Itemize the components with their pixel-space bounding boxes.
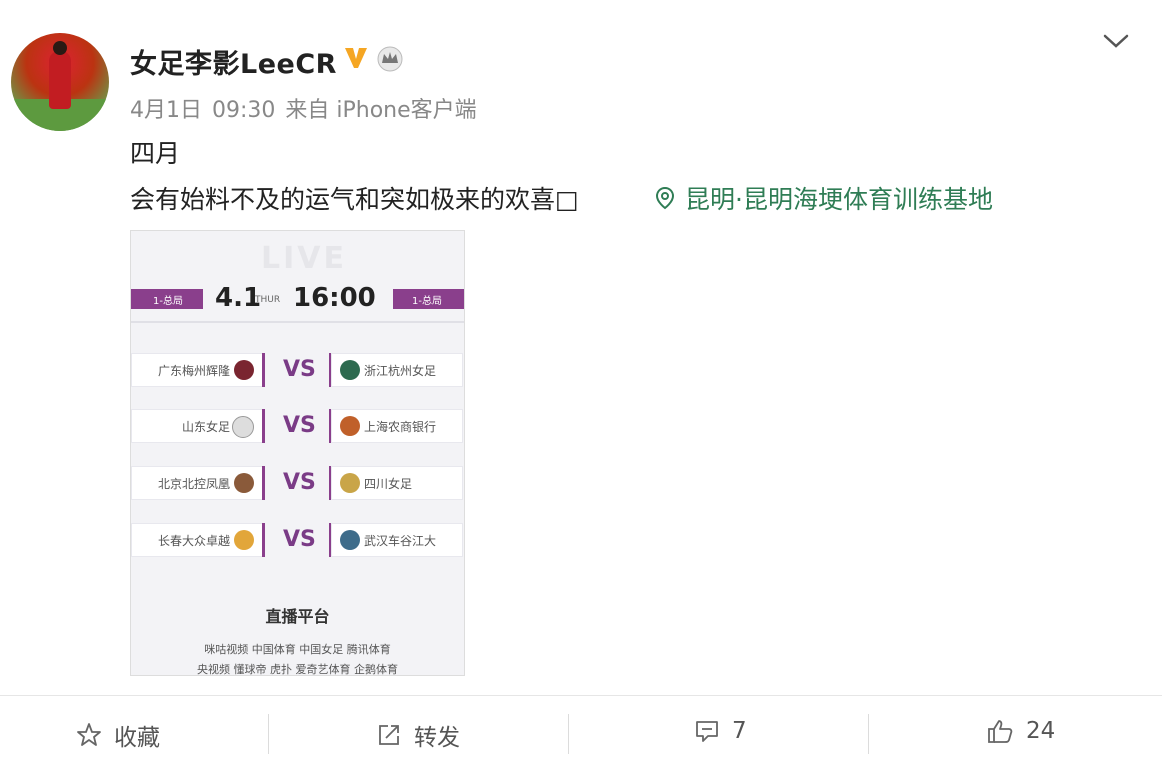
poster-tag-left: 1-总局 xyxy=(153,296,183,307)
like-count: 24 xyxy=(1026,718,1056,744)
poster-date-box: 4.1 THUR 16:00 xyxy=(203,281,393,317)
favorite-button[interactable]: 收藏 xyxy=(76,718,160,752)
poster-time: 16:00 xyxy=(293,283,376,313)
username[interactable]: 女足李影LeeCR xyxy=(130,42,337,81)
location-pin-icon xyxy=(655,186,675,210)
match-bar-left xyxy=(262,353,265,387)
post-meta: 4月1日 09:30 来自 iPhone客户端 xyxy=(130,92,487,124)
team-logo-icon xyxy=(340,530,360,550)
match-row: 长春大众卓越 VS 武汉车谷江大 xyxy=(131,523,464,559)
away-team: 四川女足 xyxy=(364,477,413,491)
action-separator xyxy=(568,714,569,754)
match-away: 武汉车谷江大 xyxy=(331,523,463,557)
team-logo-icon xyxy=(234,360,254,380)
team-logo-icon xyxy=(234,530,254,550)
action-bar: 收藏 转发 7 24 xyxy=(0,696,1162,764)
post-text-line1: 四月 xyxy=(130,139,181,168)
match-away: 浙江杭州女足 xyxy=(331,353,463,387)
match-row: 广东梅州辉隆 VS 浙江杭州女足 xyxy=(131,353,464,389)
away-team: 武汉车谷江大 xyxy=(364,534,437,548)
thumbs-up-icon xyxy=(988,720,1013,743)
match-home: 山东女足 xyxy=(131,409,263,443)
poster-watermark: LIVE xyxy=(261,241,347,276)
vs-label: VS xyxy=(283,357,316,382)
post-text-line2: 会有始料不及的运气和突如极来的欢喜□ xyxy=(130,185,579,214)
away-team: 浙江杭州女足 xyxy=(364,364,437,378)
vs-label: VS xyxy=(283,470,316,495)
match-home: 长春大众卓越 xyxy=(131,523,263,557)
home-team: 山东女足 xyxy=(181,420,230,434)
comment-button[interactable]: 7 xyxy=(694,718,747,744)
match-row: 山东女足 VS 上海农商银行 xyxy=(131,409,464,445)
home-team: 广东梅州辉隆 xyxy=(157,364,230,378)
away-team: 上海农商银行 xyxy=(364,420,437,434)
location-text: 昆明·昆明海埂体育训练基地 xyxy=(685,185,993,214)
weibo-post: 女足李影LeeCR 4月1日 09:30 来自 iPhone客户端 四月 会有始料不… xyxy=(0,0,1162,764)
match-bar-left xyxy=(262,523,265,557)
location-link[interactable]: 昆明·昆明海埂体育训练基地 xyxy=(655,180,993,216)
platform-title: 直播平台 xyxy=(265,607,330,626)
avatar[interactable] xyxy=(11,33,109,131)
like-button[interactable]: 24 xyxy=(986,718,1055,744)
platform-row: 央视频 懂球帝 虎扑 爱奇艺体育 企鹅体育 xyxy=(197,663,398,676)
match-bar-left xyxy=(262,466,265,500)
home-team: 北京北控凤凰 xyxy=(157,477,230,491)
home-team: 长春大众卓越 xyxy=(157,534,230,548)
verified-v-icon xyxy=(345,48,367,68)
comment-icon xyxy=(696,721,718,742)
team-logo-icon xyxy=(340,360,360,380)
post-source: 来自 iPhone客户端 xyxy=(285,98,477,123)
post-date[interactable]: 4月1日 xyxy=(130,98,202,123)
match-away: 四川女足 xyxy=(331,466,463,500)
share-icon xyxy=(379,725,399,745)
team-logo-icon xyxy=(234,473,254,493)
match-bar-left xyxy=(262,409,265,443)
post-image-poster[interactable]: LIVE 1-总局 1-总局 4.1 THUR 16:00 广东梅州辉隆 VS … xyxy=(130,230,465,676)
comment-count: 7 xyxy=(732,718,747,744)
repost-button[interactable]: 转发 xyxy=(376,718,460,752)
team-logo-icon xyxy=(232,416,254,438)
action-separator xyxy=(268,714,269,754)
poster-tag-right: 1-总局 xyxy=(412,296,442,307)
post-time[interactable]: 09:30 xyxy=(212,98,275,123)
favorite-label: 收藏 xyxy=(114,725,160,751)
star-icon xyxy=(77,723,101,746)
match-home: 广东梅州辉隆 xyxy=(131,353,263,387)
match-home: 北京北控凤凰 xyxy=(131,466,263,500)
poster-weekday: THUR xyxy=(255,295,281,305)
repost-label: 转发 xyxy=(414,725,460,751)
chevron-down-icon[interactable] xyxy=(1102,30,1130,52)
action-separator xyxy=(868,714,869,754)
platform-row: 咪咕视频 中国体育 中国女足 腾讯体育 xyxy=(204,643,391,656)
avatar-player xyxy=(49,51,71,109)
team-logo-icon xyxy=(340,416,360,436)
vs-label: VS xyxy=(283,527,316,552)
match-row: 北京北控凤凰 VS 四川女足 xyxy=(131,466,464,502)
crown-badge-icon xyxy=(377,46,403,72)
match-away: 上海农商银行 xyxy=(331,409,463,443)
avatar-head xyxy=(53,41,67,55)
vs-label: VS xyxy=(283,413,316,438)
team-logo-icon xyxy=(340,473,360,493)
poster-divider xyxy=(131,321,464,323)
